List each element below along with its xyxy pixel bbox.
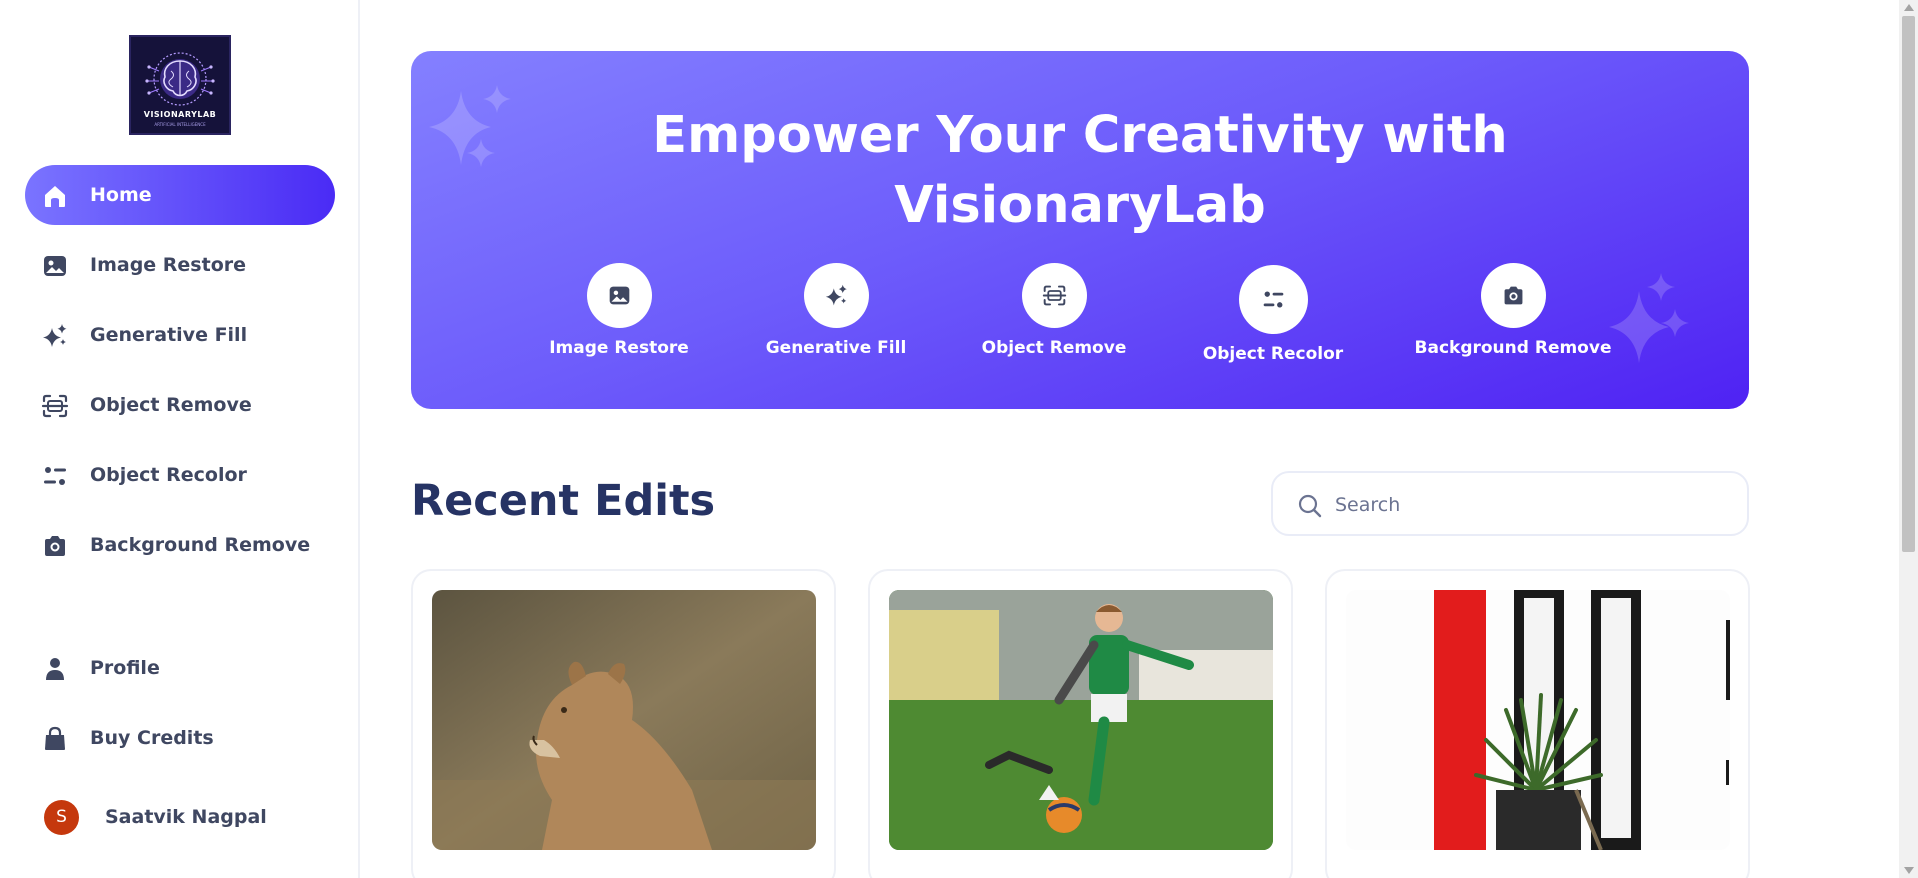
lioness-photo[interactable] <box>432 590 816 850</box>
sidebar-item-generative-fill[interactable]: Generative Fill <box>25 305 335 365</box>
hero-tool-background-remove[interactable]: Background Remove <box>1403 263 1623 358</box>
scan-icon <box>41 394 69 418</box>
hero-title-line2: VisionaryLab <box>894 176 1266 235</box>
image-icon <box>44 256 66 276</box>
sidebar-item-profile[interactable]: Profile <box>25 638 335 698</box>
logo-wordmark: VISIONARYLAB <box>143 110 217 119</box>
plant-window-image <box>1346 590 1730 850</box>
home-icon <box>45 186 65 207</box>
scroll-thumb[interactable] <box>1902 16 1915 552</box>
hero-tool-image-restore[interactable]: Image Restore <box>509 263 729 358</box>
user-icon <box>46 658 64 680</box>
sidebar: VISIONARYLAB ARTIFICIAL INTELLIGENCE Hom… <box>0 0 360 878</box>
scroll-down-arrow-icon[interactable] <box>1904 867 1914 874</box>
sidebar-item-label: Background Remove <box>90 534 311 556</box>
hero-tool-generative-fill[interactable]: Generative Fill <box>726 263 946 358</box>
sidebar-item-label: Profile <box>90 657 160 679</box>
sidebar-item-label: Buy Credits <box>90 727 214 749</box>
sparkles-icon <box>43 324 67 347</box>
sidebar-item-label: Home <box>90 184 152 206</box>
tool-label: Image Restore <box>549 338 689 358</box>
recent-edit-card[interactable] <box>868 569 1293 878</box>
sidebar-item-object-recolor[interactable]: Object Recolor <box>25 445 335 505</box>
filter-icon <box>1263 291 1283 308</box>
tool-label: Object Recolor <box>1202 344 1344 364</box>
image-icon <box>609 286 629 305</box>
sidebar-item-object-remove[interactable]: Object Remove <box>25 375 335 435</box>
scan-icon <box>1042 285 1066 306</box>
tool-icon-circle <box>586 263 652 328</box>
logo-tagline: ARTIFICIAL INTELLIGENCE <box>154 122 206 127</box>
hero-tool-object-remove[interactable]: Object Remove <box>944 263 1164 358</box>
plant-window-photo[interactable] <box>1346 590 1730 850</box>
boy-soccer-photo[interactable] <box>889 590 1273 850</box>
recent-edit-card[interactable] <box>411 569 836 878</box>
filter-icon <box>44 467 66 485</box>
user-name[interactable]: Saatvik Nagpal <box>105 800 267 835</box>
sidebar-item-home[interactable]: Home <box>25 165 335 225</box>
recent-edit-card[interactable] <box>1325 569 1750 878</box>
app-root: VISIONARYLAB ARTIFICIAL INTELLIGENCE Hom… <box>0 0 1918 878</box>
tool-label: Background Remove <box>1414 338 1612 358</box>
avatar[interactable]: S <box>44 800 79 835</box>
tool-icon-circle <box>803 263 869 328</box>
scroll-up-arrow-icon[interactable] <box>1904 4 1914 11</box>
sparkles-icon <box>825 284 847 306</box>
sidebar-item-buy-credits[interactable]: Buy Credits <box>25 708 335 768</box>
tool-icon-circle <box>1480 263 1546 328</box>
boy-soccer-image <box>889 590 1273 850</box>
search-icon <box>1298 494 1322 518</box>
hero-tool-object-recolor[interactable]: Object Recolor <box>1163 265 1383 364</box>
camera-icon <box>1504 286 1522 305</box>
lioness-image <box>432 590 816 850</box>
sparkles-decoration-icon <box>1609 273 1689 363</box>
scrollbar[interactable] <box>1899 0 1918 878</box>
recent-edits-title: Recent Edits <box>411 476 716 526</box>
search-input[interactable] <box>1335 483 1725 527</box>
sidebar-item-label: Generative Fill <box>90 324 248 346</box>
tool-icon-circle <box>1238 265 1308 334</box>
hero-title: Empower Your Creativity with VisionaryLa… <box>411 101 1749 241</box>
sidebar-item-image-restore[interactable]: Image Restore <box>25 235 335 295</box>
bag-icon <box>45 726 65 750</box>
sidebar-item-background-remove[interactable]: Background Remove <box>25 515 335 575</box>
tool-label: Generative Fill <box>765 338 907 358</box>
search-box[interactable] <box>1271 471 1749 536</box>
brand-logo[interactable]: VISIONARYLAB ARTIFICIAL INTELLIGENCE <box>129 35 231 135</box>
tool-label: Object Remove <box>981 338 1127 358</box>
sidebar-item-label: Object Recolor <box>90 464 247 486</box>
hero-banner: Empower Your Creativity with VisionaryLa… <box>411 51 1749 409</box>
sidebar-item-label: Image Restore <box>90 254 247 276</box>
tool-icon-circle <box>1021 263 1087 328</box>
camera-icon <box>45 536 65 556</box>
sidebar-item-label: Object Remove <box>90 394 252 416</box>
hero-title-line1: Empower Your Creativity with <box>652 106 1508 165</box>
